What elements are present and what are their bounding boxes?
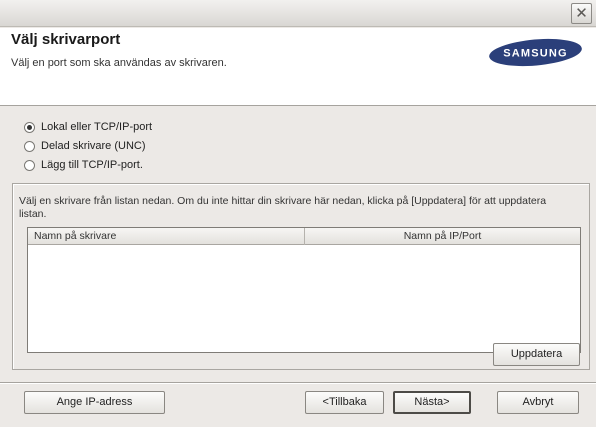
samsung-logo: SAMSUNG xyxy=(489,38,582,67)
radio-button[interactable] xyxy=(24,121,35,133)
setup-dialog: ✕ Välj skrivarport Välj en port som ska … xyxy=(0,0,596,427)
back-button[interactable]: <Tillbaka xyxy=(305,391,384,414)
enter-ip-address-button[interactable]: Ange IP-adress xyxy=(24,391,165,414)
page-subtitle: Välj en port som ska användas av skrivar… xyxy=(11,57,227,69)
printer-list[interactable]: Namn på skrivare Namn på IP/Port xyxy=(27,227,581,353)
refresh-button[interactable]: Uppdatera xyxy=(493,343,580,366)
radio-option-shared-unc[interactable]: Delad skrivare (UNC) xyxy=(24,137,146,155)
radio-button[interactable] xyxy=(24,140,35,152)
radio-label: Delad skrivare (UNC) xyxy=(41,140,146,152)
next-button[interactable]: Nästa> xyxy=(393,391,471,414)
printer-list-instruction: Välj en skrivare från listan nedan. Om d… xyxy=(19,195,547,220)
page-title: Välj skrivarport xyxy=(11,31,121,48)
close-button[interactable]: ✕ xyxy=(571,3,592,24)
radio-label: Lokal eller TCP/IP-port xyxy=(41,121,153,133)
radio-option-add-tcpip[interactable]: Lägg till TCP/IP-port. xyxy=(24,156,143,174)
close-icon: ✕ xyxy=(575,5,588,22)
radio-label: Lägg till TCP/IP-port. xyxy=(41,159,143,171)
column-header-printer-name[interactable]: Namn på skrivare xyxy=(28,228,305,245)
column-header-ip-port[interactable]: Namn på IP/Port xyxy=(305,228,580,245)
cancel-button[interactable]: Avbryt xyxy=(497,391,579,414)
printer-list-header: Namn på skrivare Namn på IP/Port xyxy=(28,228,580,245)
title-bar: ✕ xyxy=(0,0,596,27)
footer-divider xyxy=(0,382,596,384)
radio-button[interactable] xyxy=(24,159,35,171)
logo-text: SAMSUNG xyxy=(503,48,568,60)
radio-option-local-tcpip[interactable]: Lokal eller TCP/IP-port xyxy=(24,118,152,136)
